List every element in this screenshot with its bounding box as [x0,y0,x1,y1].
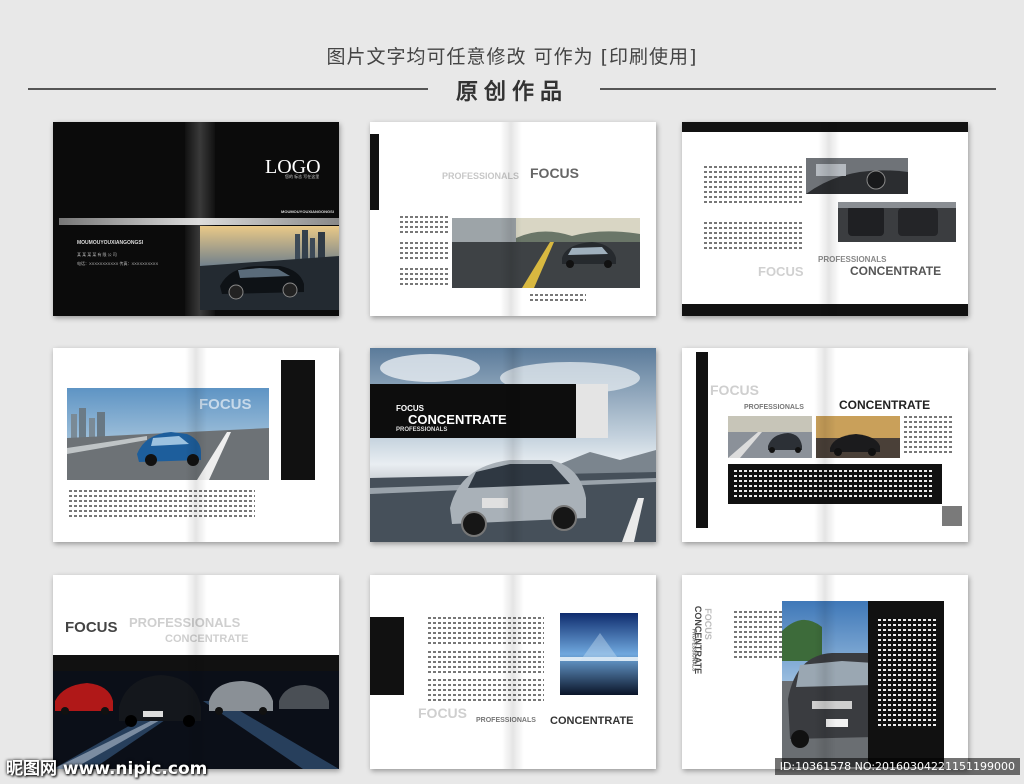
brochure-spread-5: FOCUS CONCENTRATE PROFESSIONALS [370,348,656,542]
text-block [428,617,544,647]
car-interior-photo [806,158,908,194]
brochure-spread-3: PROFESSIONALS FOCUS CONCENTRATE [682,122,968,316]
text-block [428,679,544,704]
concentrate-heading: CONCENTRATE [408,412,507,427]
company-info-2: 电话：XXXXXXXXXXX 传真：XXXXXXXXXX [77,261,159,266]
logo-caption: 您的 标志 写在这里 [285,174,320,179]
text-block [400,216,448,236]
focus-heading: FOCUS [65,619,118,636]
concentrate-heading: CONCENTRATE [839,398,931,412]
top-black-bar [682,122,968,132]
header-subtitle: 原创作品 [455,80,568,105]
focus-vertical: FOCUS [702,608,713,640]
watermark-left: 昵图网 www.nipic.com [6,759,208,779]
header-title: 图片文字均可任意修改 可作为 [印刷使用] [326,46,698,68]
text-block [428,651,544,676]
sedan-photo [782,601,874,767]
car-seat-photo [838,202,956,242]
company-info-1: 某 某 某 某 有 限 公 司 [77,252,117,257]
road-photo [452,218,640,288]
focus-faded: FOCUS [418,705,467,721]
concentrate-text: CONCENTRATE [165,633,249,645]
brochure-spread-4: FOCUS [53,348,339,542]
brochure-spread-8: FOCUS PROFESSIONALS CONCENTRATE [370,575,656,769]
silver-band [59,218,339,225]
professionals-text: PROFESSIONALS [744,404,804,411]
text-block [69,490,255,520]
header-line-right [600,88,996,90]
concentrate-heading: CONCENTRATE [850,264,942,278]
focus-text: FOCUS [758,264,804,279]
grey-panel [576,384,608,438]
text-block [530,294,586,304]
text-block [734,470,934,500]
black-band [53,655,339,671]
brochure-spread-2: PROFESSIONALS FOCUS [370,122,656,316]
brochure-spread-7: FOCUS PROFESSIONALS CONCENTRATE [53,575,339,769]
focus-faded: FOCUS [199,396,252,413]
black-tab [370,134,379,210]
spine-fold [818,122,840,316]
left-black-strip [696,352,708,528]
professionals-text: PROFESSIONALS [129,615,241,630]
brand-name-small: MOUMOUYOUXIANGONGSI [281,209,334,214]
brochure-spread-6: FOCUS PROFESSIONALS CONCENTRATE [682,348,968,542]
black-tab [370,617,404,695]
text-block [904,416,952,456]
watermark-right: ID:10361578 NO:20160304221151199000 [774,758,1020,775]
brand-name-left: MOUMOUYOUXIANGONGSI [77,240,144,246]
focus-faded: FOCUS [710,382,759,398]
text-block [704,166,802,206]
car-photo-small-2 [816,416,900,458]
text-block [878,619,936,729]
professionals-text: PROFESSIONALS [442,171,520,181]
car-photo [200,226,339,310]
sky-reflection-photo [560,613,638,695]
brochure-spread-cover: LOGO 您的 标志 写在这里 MOUMOUYOUXIANGONGSI MOUM… [53,122,339,316]
professionals-label: PROFESSIONALS [396,427,448,433]
professionals-vertical: PROFESSIONALS [690,628,697,672]
bottom-black-bar [682,304,968,316]
concentrate-heading: CONCENTRATE [550,715,634,727]
silver-car-photo [370,348,656,542]
professionals-text: PROFESSIONALS [476,717,536,724]
professionals-text: PROFESSIONALS [818,255,887,264]
grey-square [942,506,962,526]
brochure-spread-9: CONCENTRATE FOCUS PROFESSIONALS [682,575,968,769]
text-block [400,242,448,262]
black-panel [281,360,315,480]
focus-heading: FOCUS [530,165,579,181]
text-block [704,222,802,252]
text-block [400,268,448,288]
car-photo-small-1 [728,416,812,458]
